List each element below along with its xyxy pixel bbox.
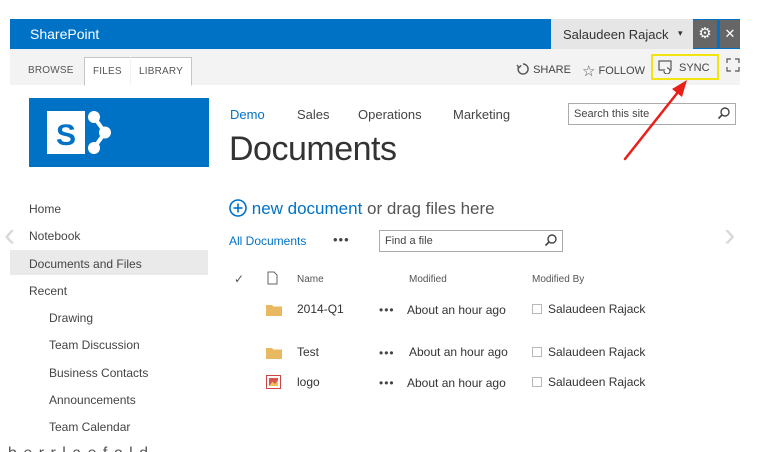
item-ellipsis[interactable]: •••: [379, 346, 395, 360]
column-header-modified-by[interactable]: Modified By: [532, 274, 584, 285]
modified-value: About an hour ago: [407, 303, 506, 317]
sharepoint-logo-icon: S: [47, 111, 111, 154]
presence-icon: [532, 377, 542, 387]
suite-bar: SharePoint Salaudeen Rajack ▾ ⚙ ✕: [10, 19, 740, 49]
find-file-input[interactable]: Find a file: [379, 230, 563, 252]
chevron-down-icon: ▾: [678, 28, 683, 38]
sync-label: SYNC: [679, 62, 710, 74]
top-nav-demo[interactable]: Demo: [230, 107, 265, 122]
user-menu[interactable]: Salaudeen Rajack ▾: [551, 19, 693, 49]
search-icon[interactable]: [544, 233, 558, 247]
find-file-placeholder: Find a file: [385, 235, 433, 247]
site-logo[interactable]: S: [29, 98, 209, 167]
left-nav-recent-announcements[interactable]: Announcements: [49, 393, 136, 407]
focus-content-icon[interactable]: [726, 58, 740, 72]
chevron-left-icon[interactable]: ‹: [4, 216, 15, 255]
new-document-row: new document or drag files here: [229, 199, 495, 219]
close-icon[interactable]: ✕: [720, 20, 740, 48]
left-nav-notebook[interactable]: Notebook: [29, 229, 80, 243]
share-label: SHARE: [533, 64, 571, 76]
image-file-icon: [266, 375, 281, 389]
modified-value: About an hour ago: [409, 345, 508, 359]
sync-icon: [658, 60, 672, 74]
column-header-name[interactable]: Name: [297, 274, 324, 285]
user-name: Salaudeen Rajack: [563, 27, 669, 42]
top-nav-operations[interactable]: Operations: [358, 107, 422, 122]
cropped-text-fragment: b e r r l a e f o l d: [8, 441, 208, 452]
left-nav-recent-team-calendar[interactable]: Team Calendar: [49, 420, 130, 434]
gear-icon[interactable]: ⚙: [693, 20, 717, 48]
left-nav-recent-drawing[interactable]: Drawing: [49, 311, 93, 325]
drag-files-hint: or drag files here: [367, 199, 495, 218]
select-all-checkmark-icon[interactable]: ✓: [234, 272, 244, 286]
page-title: Documents: [229, 130, 397, 168]
folder-icon: [266, 348, 282, 359]
file-name-link[interactable]: logo: [297, 375, 320, 389]
left-nav-home[interactable]: Home: [29, 202, 61, 216]
item-ellipsis[interactable]: •••: [379, 376, 395, 390]
modified-by-name: Salaudeen Rajack: [548, 302, 646, 316]
column-header-modified[interactable]: Modified: [409, 274, 447, 285]
new-document-link[interactable]: new document: [252, 199, 363, 218]
svg-text:S: S: [56, 119, 76, 152]
add-icon[interactable]: [229, 199, 247, 217]
presence-icon: [532, 347, 542, 357]
star-icon: ☆: [582, 63, 596, 80]
sharepoint-brand[interactable]: SharePoint: [30, 26, 99, 42]
search-icon[interactable]: [717, 106, 731, 120]
annotation-arrow-icon: [623, 80, 687, 161]
share-icon: [516, 63, 529, 75]
modified-by-name: Salaudeen Rajack: [548, 375, 646, 389]
modified-by-value[interactable]: Salaudeen Rajack: [532, 345, 645, 359]
left-nav-documents-and-files[interactable]: Documents and Files: [29, 257, 142, 271]
item-ellipsis[interactable]: •••: [379, 303, 395, 317]
presence-icon: [532, 304, 542, 314]
file-type-icon: [267, 271, 278, 285]
modified-by-value[interactable]: Salaudeen Rajack: [532, 375, 645, 389]
view-all-documents[interactable]: All Documents: [229, 234, 306, 248]
modified-value: About an hour ago: [407, 376, 506, 390]
share-button[interactable]: SHARE: [516, 62, 571, 76]
file-name-link[interactable]: Test: [297, 345, 319, 359]
tab-browse[interactable]: BROWSE: [20, 57, 82, 84]
left-nav-recent-business-contacts[interactable]: Business Contacts: [49, 366, 148, 380]
left-nav-recent[interactable]: Recent: [29, 284, 67, 298]
modified-by-name: Salaudeen Rajack: [548, 345, 646, 359]
chevron-right-icon[interactable]: ›: [724, 216, 735, 255]
folder-icon: [266, 305, 282, 316]
view-options-ellipsis[interactable]: •••: [333, 232, 350, 247]
tab-files[interactable]: FILES: [84, 57, 130, 86]
modified-by-value[interactable]: Salaudeen Rajack: [532, 302, 645, 316]
left-nav-recent-team-discussion[interactable]: Team Discussion: [49, 338, 140, 352]
tab-library[interactable]: LIBRARY: [131, 57, 193, 86]
file-name-link[interactable]: 2014-Q1: [297, 302, 344, 316]
top-nav-marketing[interactable]: Marketing: [453, 107, 510, 122]
top-nav-sales[interactable]: Sales: [297, 107, 330, 122]
